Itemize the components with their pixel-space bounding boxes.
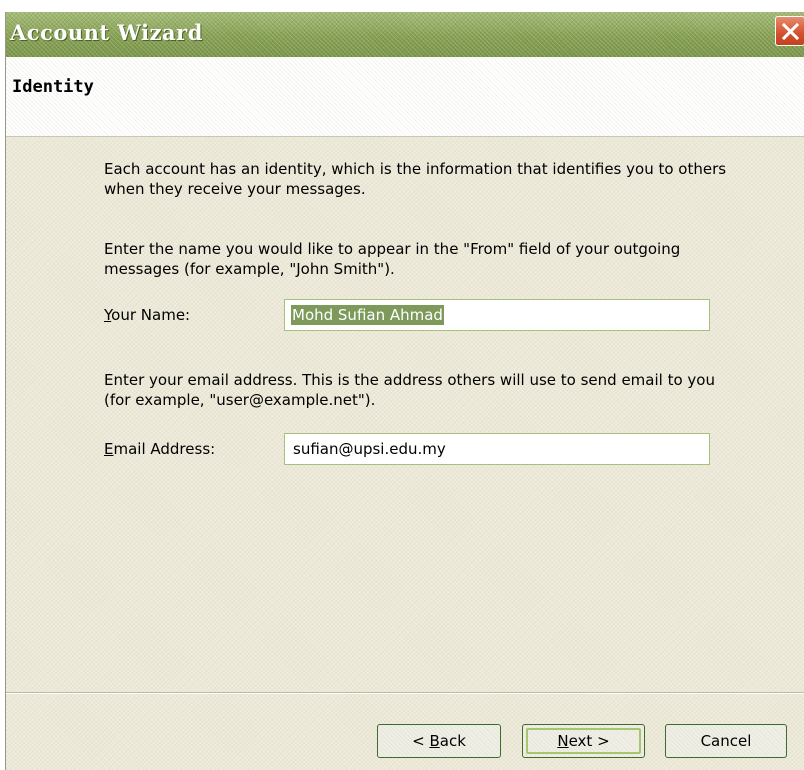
close-icon bbox=[782, 23, 799, 40]
email-address-input[interactable]: sufian@upsi.edu.my bbox=[284, 433, 710, 465]
name-label-rest: our Name: bbox=[111, 306, 191, 324]
intro-text: Each account has an identity, which is t… bbox=[104, 160, 727, 198]
focus-ring bbox=[526, 728, 641, 754]
name-instruction: Enter the name you would like to appear … bbox=[104, 240, 681, 278]
page-title: Identity bbox=[12, 77, 94, 97]
name-input-value: Mohd Sufian Ahmad bbox=[291, 305, 444, 325]
back-accel: B bbox=[429, 732, 440, 750]
wizard-header: Identity bbox=[6, 57, 804, 137]
cancel-button[interactable]: Cancel bbox=[665, 724, 787, 758]
your-name-input[interactable]: Mohd Sufian Ahmad bbox=[284, 299, 710, 331]
window-title: Account Wizard bbox=[10, 20, 203, 45]
your-name-label: Your Name: bbox=[104, 306, 190, 324]
back-rest: ack bbox=[439, 732, 466, 750]
email-label-rest: mail Address: bbox=[113, 440, 216, 458]
back-prefix: < bbox=[412, 732, 430, 750]
footer-separator bbox=[6, 692, 804, 694]
title-bar[interactable]: Account Wizard bbox=[6, 12, 804, 57]
close-button[interactable] bbox=[775, 16, 804, 46]
email-address-label: Email Address: bbox=[104, 440, 215, 458]
email-input-value: sufian@upsi.edu.my bbox=[293, 440, 446, 458]
account-wizard-window: Account Wizard Identity Each account has… bbox=[5, 12, 804, 770]
email-instruction: Enter your email address. This is the ad… bbox=[104, 371, 715, 409]
back-button[interactable]: < Back bbox=[377, 724, 501, 758]
next-button[interactable]: Next > bbox=[522, 724, 645, 758]
